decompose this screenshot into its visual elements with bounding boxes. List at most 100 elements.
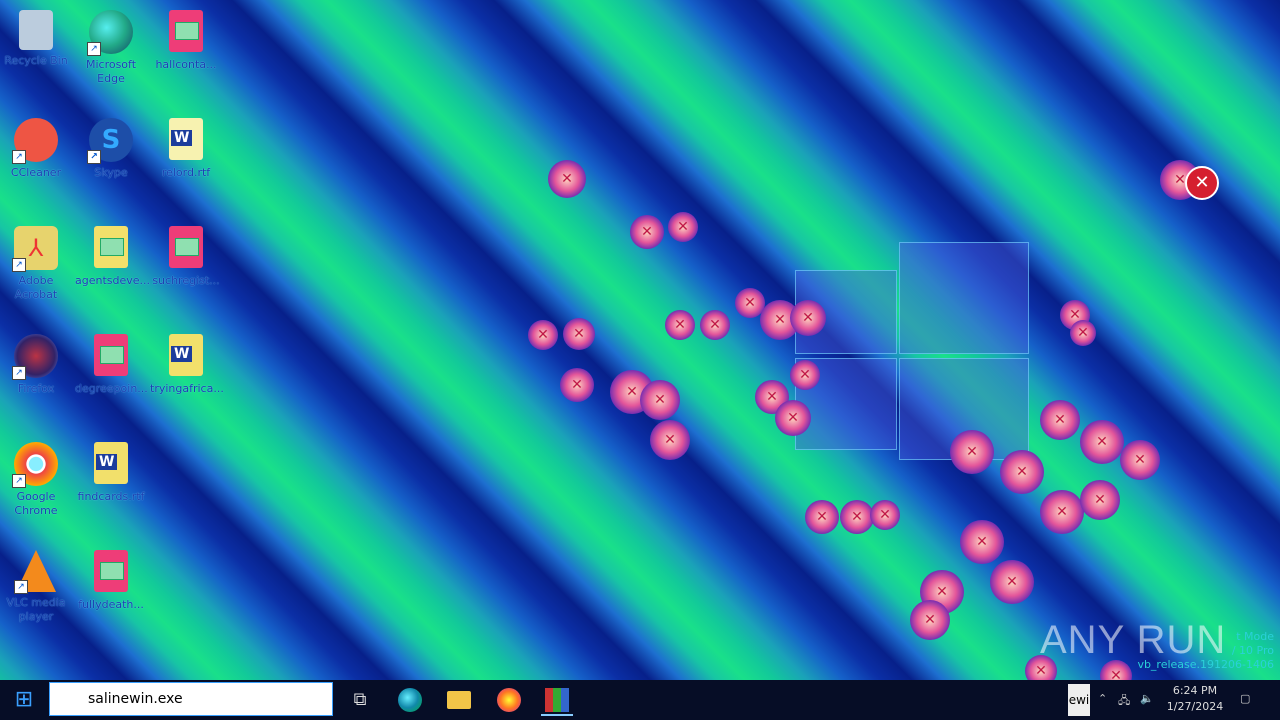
close-icon: ✕: [787, 410, 799, 426]
desktop-icon-agentsdeve[interactable]: agentsdeve...: [75, 226, 150, 288]
error-bubble: ✕: [790, 300, 826, 336]
taskbar-edge[interactable]: [394, 684, 426, 716]
close-icon: ✕: [774, 312, 786, 328]
desktop-icon-degreepoin[interactable]: degreepoin...: [75, 334, 148, 396]
volume-icon[interactable]: 🔈: [1140, 692, 1154, 705]
close-icon: ✕: [766, 389, 778, 405]
error-bubble: ✕: [870, 500, 900, 530]
desktop-icon-findcards[interactable]: W findcards.rtf: [75, 442, 147, 504]
error-icon: ✕: [1185, 166, 1219, 200]
desktop-icon-skype[interactable]: S ↗ Skype: [75, 118, 147, 180]
close-icon: ✕: [879, 507, 891, 523]
error-bubble: ✕: [630, 215, 664, 249]
error-bubble: ✕: [665, 310, 695, 340]
image-file-icon: [164, 226, 208, 270]
start-button[interactable]: ⊞: [0, 680, 48, 720]
close-icon: ✕: [654, 392, 666, 408]
close-icon: ✕: [924, 612, 936, 628]
task-view-icon: ⧉: [353, 689, 367, 710]
close-icon: ✕: [709, 317, 721, 333]
edge-icon: [398, 688, 422, 712]
close-icon: ✕: [641, 224, 653, 240]
desktop-icon-fullydeath[interactable]: fullydeath...: [75, 550, 147, 612]
taskbar-winrar[interactable]: [541, 684, 573, 716]
acrobat-icon: ⅄ ↗: [12, 226, 58, 272]
error-bubble: ✕: [805, 500, 839, 534]
word-doc-icon: W: [89, 442, 133, 486]
close-icon: ✕: [1174, 172, 1186, 188]
windows-logo-wallpaper: [795, 242, 1029, 460]
tray-chevron-icon[interactable]: ⌃: [1098, 692, 1107, 705]
vlc-icon: ↗: [14, 550, 56, 594]
file-explorer-icon: [447, 691, 471, 709]
ccleaner-icon: ↗: [12, 118, 58, 164]
taskbar-firefox[interactable]: [493, 684, 525, 716]
image-file-icon: [89, 550, 133, 594]
close-icon: ✕: [816, 509, 828, 525]
error-bubble: ✕: [563, 318, 595, 350]
desktop-icon-suchregist[interactable]: suchregist...: [150, 226, 222, 288]
desktop-icon-edge[interactable]: ↗ Microsoft Edge: [75, 10, 147, 86]
close-icon: ✕: [851, 509, 863, 525]
desktop-icon-firefox[interactable]: ↗ Firefox: [0, 334, 72, 396]
close-icon: ✕: [1006, 574, 1018, 590]
close-icon: ✕: [1035, 663, 1047, 679]
error-bubble: ✕: [840, 500, 874, 534]
task-view-button[interactable]: ⧉: [344, 684, 376, 716]
edge-icon: ↗: [87, 10, 133, 56]
close-icon: ✕: [677, 219, 689, 235]
desktop-icon-recycle-bin[interactable]: Recycle Bin: [0, 10, 72, 68]
windows-build-overlay: t Mode / 10 Pro vb_release.191206-1406: [1137, 630, 1274, 671]
word-doc-icon: W: [164, 334, 208, 378]
network-icon[interactable]: 🖧: [1118, 692, 1130, 711]
desktop-icon-chrome[interactable]: ↗ Google Chrome: [0, 442, 72, 518]
close-icon: ✕: [674, 317, 686, 333]
close-icon: ✕: [571, 377, 583, 393]
logo-pane-tr: [899, 242, 1029, 354]
close-icon: ✕: [966, 444, 978, 460]
close-icon: ✕: [1096, 434, 1108, 450]
close-icon: ✕: [936, 584, 948, 600]
close-icon: ✕: [1056, 504, 1068, 520]
error-bubble: ✕: [775, 400, 811, 436]
winrar-icon: [545, 688, 569, 712]
desktop-icon-vlc[interactable]: ↗ VLC media player: [0, 550, 72, 624]
firefox-icon: ↗: [12, 334, 58, 380]
word-doc-icon: W: [164, 118, 208, 162]
error-bubble: ✕: [1080, 480, 1120, 520]
desktop-icon-ccleaner[interactable]: ↗ CCleaner: [0, 118, 72, 180]
error-bubble: ✕: [640, 380, 680, 420]
error-bubble: ✕: [1040, 490, 1084, 534]
close-icon: ✕: [1134, 452, 1146, 468]
close-icon: ✕: [537, 327, 549, 343]
tray-app-button[interactable]: ewi: [1068, 684, 1090, 716]
close-icon: ✕: [802, 310, 814, 326]
error-bubble: ✕: [1040, 400, 1080, 440]
error-bubble: ✕: [790, 360, 820, 390]
close-icon: ✕: [664, 432, 676, 448]
desktop-icon-acrobat[interactable]: ⅄ ↗ Adobe Acrobat: [0, 226, 72, 302]
close-icon: ✕: [744, 295, 756, 311]
error-bubble: ✕: [1120, 440, 1160, 480]
close-icon: ✕: [976, 534, 988, 550]
error-bubble: ✕: [560, 368, 594, 402]
taskbar-clock[interactable]: 6:24 PM 1/27/2024: [1160, 683, 1230, 715]
taskbar-search-box[interactable]: [49, 682, 333, 716]
desktop-icon-relord[interactable]: W relord.rtf: [150, 118, 222, 180]
desktop-icon-tryingafrica[interactable]: W tryingafrica...: [150, 334, 224, 396]
taskbar-file-explorer[interactable]: [443, 684, 475, 716]
close-icon: ✕: [626, 384, 638, 400]
error-bubble: ✕: [1070, 320, 1096, 346]
error-bubble: ✕: [650, 420, 690, 460]
image-file-icon: [89, 226, 133, 270]
close-icon: ✕: [799, 367, 811, 383]
desktop-icon-hallconta[interactable]: hallconta...: [150, 10, 222, 72]
error-bubble: ✕: [700, 310, 730, 340]
error-bubble: ✕: [1080, 420, 1124, 464]
error-bubble: ✕: [548, 160, 586, 198]
image-file-icon: [89, 334, 133, 378]
close-icon: ✕: [1094, 492, 1106, 508]
close-icon: ✕: [1016, 464, 1028, 480]
search-input[interactable]: [86, 690, 330, 708]
notification-icon[interactable]: ▢: [1240, 692, 1250, 705]
